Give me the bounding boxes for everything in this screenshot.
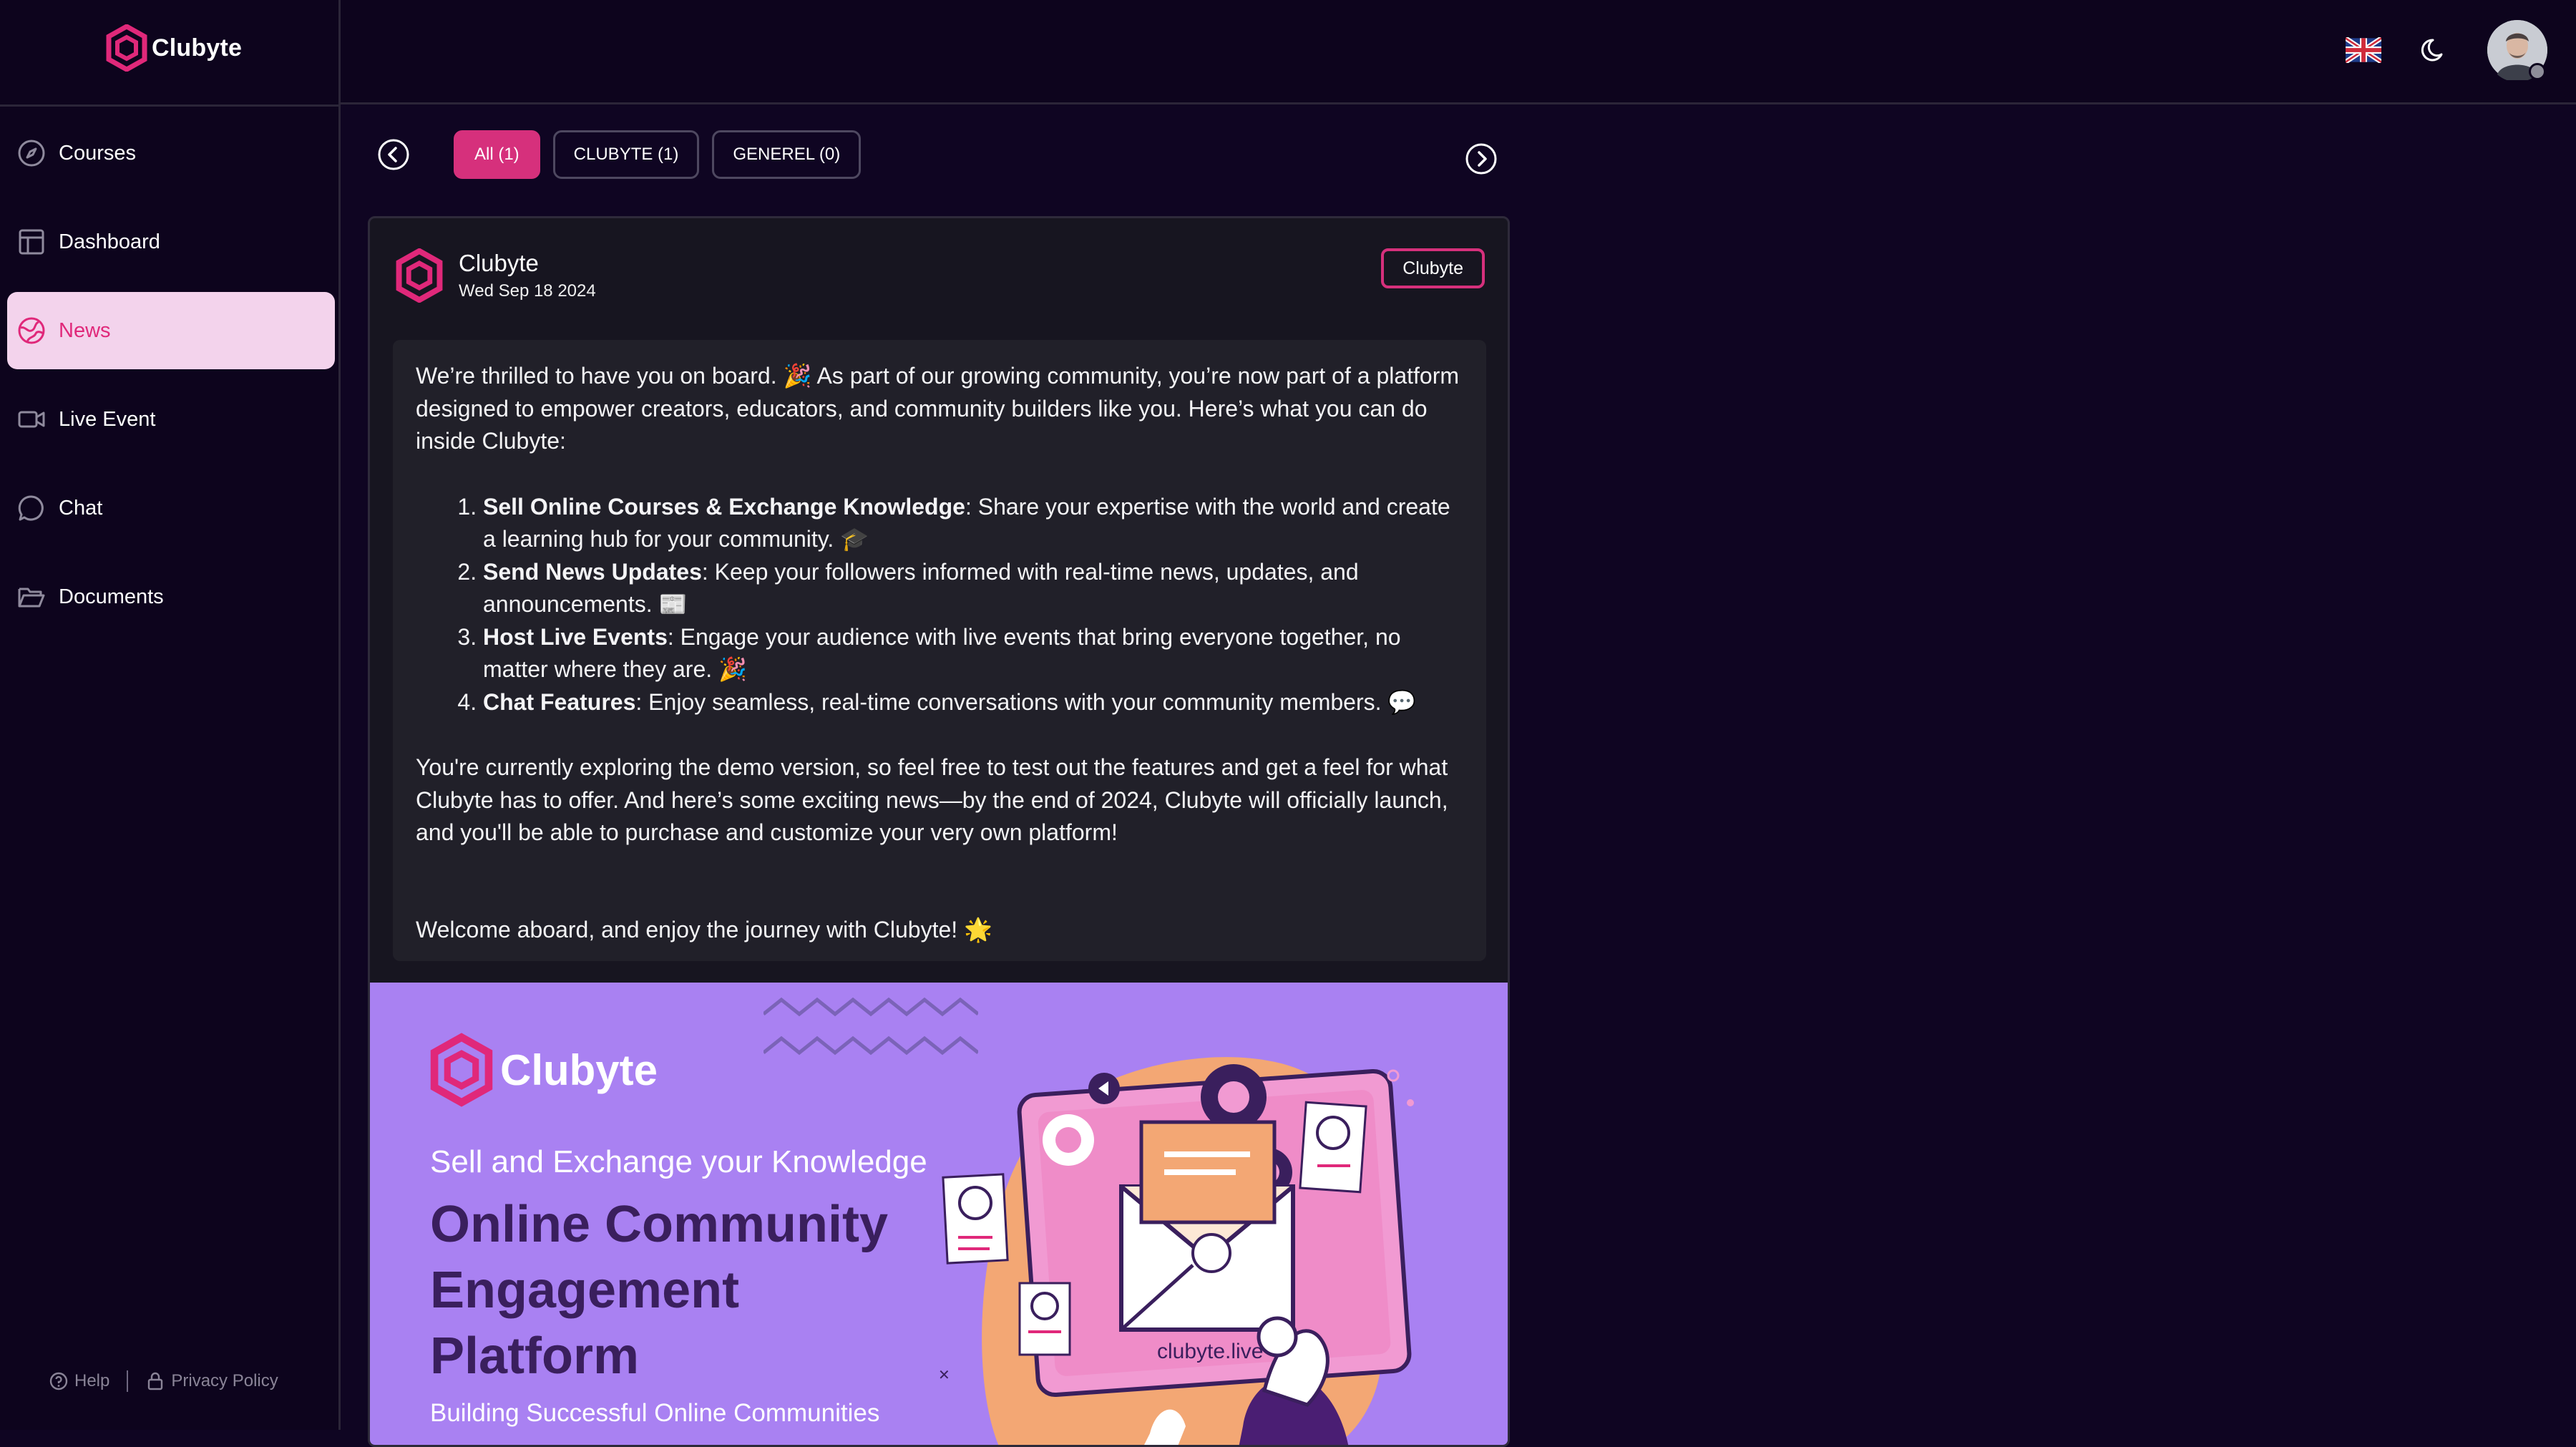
- sidebar: Clubyte Courses Dashboard News Live Even…: [0, 0, 341, 1430]
- sidebar-item-documents[interactable]: Documents: [7, 558, 335, 635]
- post-meta: Clubyte Wed Sep 18 2024: [459, 250, 596, 301]
- footer-separator: [127, 1370, 129, 1392]
- filter-chip-clubyte[interactable]: CLUBYTE (1): [552, 130, 700, 179]
- post-banner-image[interactable]: Clubyte Sell and Exchange your Knowledge…: [370, 983, 1508, 1445]
- filter-chip-generel[interactable]: GENEREL (0): [712, 130, 862, 179]
- sidebar-item-label: Live Event: [59, 407, 156, 431]
- help-circle-icon: [49, 1372, 68, 1390]
- app-name: Clubyte: [152, 34, 243, 62]
- list-item-text: : Enjoy seamless, real-time conversation…: [635, 688, 1417, 715]
- next-arrow-icon[interactable]: [1464, 142, 1498, 176]
- list-item: Chat Features: Enjoy seamless, real-time…: [483, 686, 1463, 719]
- filter-chip-all[interactable]: All (1): [454, 130, 540, 179]
- post-intro: We’re thrilled to have you on board. 🎉 A…: [416, 363, 1460, 454]
- banner-logo: Clubyte: [430, 1033, 658, 1107]
- sidebar-item-courses[interactable]: Courses: [7, 115, 335, 192]
- sidebar-footer: Help Privacy Policy: [49, 1370, 278, 1392]
- privacy-policy-label: Privacy Policy: [171, 1371, 278, 1390]
- top-header: [341, 0, 2576, 104]
- post-author: Clubyte: [459, 250, 539, 276]
- sidebar-item-label: Courses: [59, 141, 136, 165]
- banner-title-line: Platform: [430, 1327, 640, 1385]
- banner-subtitle: Building Successful Online Communities: [430, 1399, 880, 1427]
- post-closing: Welcome aboard, and enjoy the journey wi…: [416, 916, 992, 942]
- post-paragraph: You're currently exploring the demo vers…: [416, 754, 1448, 845]
- post-header: Clubyte Wed Sep 18 2024: [396, 248, 596, 303]
- video-icon: [18, 411, 45, 428]
- sidebar-item-dashboard[interactable]: Dashboard: [7, 203, 335, 281]
- banner-title-line: Online Community: [430, 1196, 889, 1253]
- lock-icon: [148, 1372, 163, 1390]
- banner-logo-text: Clubyte: [500, 1046, 658, 1094]
- layout-icon: [19, 229, 44, 255]
- svg-text:✕: ✕: [938, 1366, 950, 1383]
- uk-flag-icon[interactable]: [2346, 37, 2381, 63]
- clubyte-avatar-icon: [396, 248, 443, 303]
- sidebar-item-news[interactable]: News: [7, 292, 335, 369]
- list-item-title: Host Live Events: [483, 623, 668, 650]
- feature-list: Sell Online Courses & Exchange Knowledge…: [416, 491, 1463, 719]
- post-category-badge[interactable]: Clubyte: [1381, 248, 1485, 288]
- sidebar-item-live-event[interactable]: Live Event: [7, 381, 335, 458]
- sidebar-item-label: Chat: [59, 496, 103, 520]
- post-date: Wed Sep 18 2024: [459, 281, 596, 301]
- list-item-title: Chat Features: [483, 688, 636, 715]
- folder-icon: [18, 588, 45, 608]
- header-actions: [2346, 20, 2547, 82]
- compass-icon: [18, 140, 45, 167]
- list-item: Host Live Events: Engage your audience w…: [483, 621, 1463, 686]
- list-item: Sell Online Courses & Exchange Knowledge…: [483, 491, 1463, 556]
- chat-bubble-icon: [18, 495, 44, 521]
- news-post-card: Clubyte Wed Sep 18 2024 Clubyte We’re th…: [368, 216, 1510, 1447]
- community-illustration: clubyte.live ✕: [938, 1057, 1414, 1445]
- sidebar-item-chat[interactable]: Chat: [7, 469, 335, 547]
- privacy-policy-link[interactable]: Privacy Policy: [145, 1371, 278, 1391]
- banner-title-line: Engagement: [430, 1262, 740, 1319]
- user-avatar[interactable]: [2487, 20, 2547, 82]
- help-link[interactable]: Help: [49, 1371, 109, 1391]
- list-item-title: Sell Online Courses & Exchange Knowledge: [483, 493, 965, 520]
- clubyte-logo-icon: [430, 1033, 493, 1107]
- status-indicator: [2529, 63, 2546, 80]
- list-item: Send News Updates: Keep your followers i…: [483, 556, 1463, 621]
- category-filters: All (1) CLUBYTE (1) GENEREL (0): [376, 130, 862, 179]
- banner-site-url: clubyte.live: [1157, 1340, 1263, 1363]
- moon-icon[interactable]: [2420, 36, 2449, 64]
- banner-title: Online Community Engagement Platform: [430, 1192, 888, 1389]
- banner-tagline: Sell and Exchange your Knowledge: [430, 1144, 927, 1179]
- post-body: We’re thrilled to have you on board. 🎉 A…: [393, 340, 1486, 961]
- globe-icon: [18, 317, 45, 344]
- previous-arrow-icon[interactable]: [376, 137, 411, 172]
- sidebar-item-label: Documents: [59, 585, 164, 608]
- sidebar-nav: Courses Dashboard News Live Event Chat D…: [7, 115, 335, 647]
- sidebar-item-label: News: [59, 318, 111, 342]
- help-label: Help: [74, 1371, 110, 1390]
- app-logo[interactable]: Clubyte: [106, 23, 242, 73]
- sidebar-item-label: Dashboard: [59, 230, 160, 253]
- sidebar-divider: [0, 104, 341, 107]
- clubyte-logo-icon: [106, 24, 147, 72]
- list-item-title: Send News Updates: [483, 558, 702, 585]
